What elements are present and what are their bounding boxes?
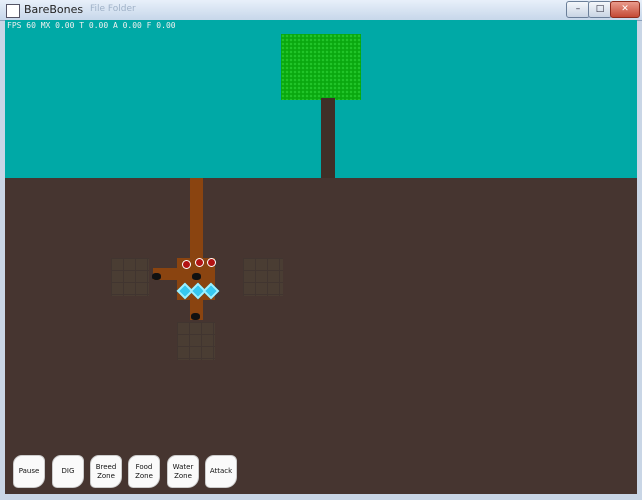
tree-crown (281, 34, 361, 100)
attack-button[interactable]: Attack (205, 455, 237, 488)
dig-label: DIG (61, 467, 75, 475)
underground-soil[interactable] (5, 178, 637, 494)
app-icon (6, 4, 20, 18)
ant[interactable] (152, 273, 161, 280)
attack-label: Attack (209, 467, 233, 475)
zone-marker-left (111, 258, 149, 296)
zone-marker-right (243, 258, 283, 296)
food-zone-label: Food Zone (135, 462, 153, 480)
breed-zone-label: Breed Zone (95, 462, 117, 480)
game-canvas[interactable]: FPS 60 MX 0.00 T 0.00 A 0.00 F 0.00 Paus… (5, 20, 637, 494)
water-zone-label: Water Zone (172, 462, 194, 480)
breed-zone-button[interactable]: Breed Zone (90, 455, 122, 488)
food-item (182, 260, 191, 269)
minimize-button[interactable]: – (566, 1, 590, 18)
pause-button[interactable]: Pause (13, 455, 45, 488)
debug-hud: FPS 60 MX 0.00 T 0.00 A 0.00 F 0.00 (7, 21, 176, 30)
food-zone-button[interactable]: Food Zone (128, 455, 160, 488)
pause-label: Pause (18, 467, 40, 475)
close-button[interactable]: ✕ (610, 1, 640, 18)
dig-button[interactable]: DIG (52, 455, 84, 488)
food-item (207, 258, 216, 267)
zone-marker-bottom (177, 322, 215, 360)
maximize-button[interactable]: □ (588, 1, 612, 18)
ant[interactable] (191, 313, 200, 320)
ant[interactable] (192, 273, 201, 280)
background-window-title: File Folder (90, 4, 136, 14)
water-zone-button[interactable]: Water Zone (167, 455, 199, 488)
tree-trunk (321, 98, 335, 178)
window-titlebar: BareBones File Folder – □ ✕ (0, 0, 642, 21)
food-item (195, 258, 204, 267)
window-title: BareBones (24, 3, 84, 16)
entrance-shaft (190, 178, 203, 260)
